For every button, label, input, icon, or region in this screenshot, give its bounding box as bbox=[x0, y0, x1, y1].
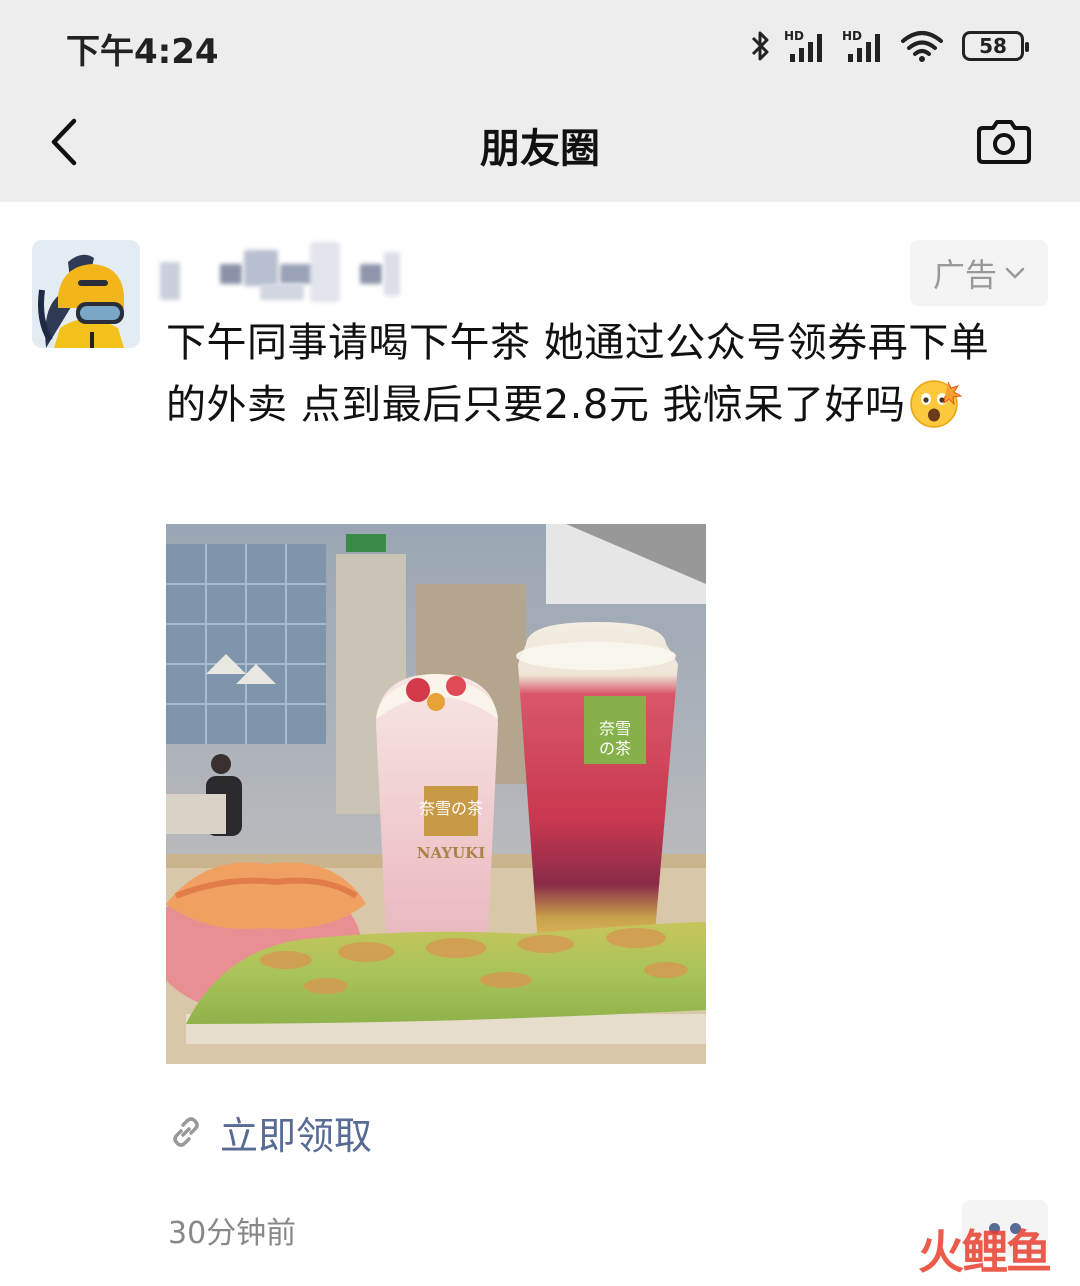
svg-text:奈雪: 奈雪 bbox=[599, 719, 631, 738]
camera-icon bbox=[977, 120, 1031, 164]
battery-level: 58 bbox=[979, 34, 1007, 58]
link-icon bbox=[173, 1117, 199, 1147]
username-redacted[interactable] bbox=[160, 242, 400, 302]
svg-text:HD: HD bbox=[842, 29, 862, 43]
bluetooth-icon bbox=[751, 31, 769, 61]
ad-label: 广告 bbox=[932, 256, 997, 294]
svg-text:HD: HD bbox=[784, 29, 804, 43]
battery-icon: 58 bbox=[962, 31, 1029, 61]
signal-hd-icon: HD bbox=[784, 29, 822, 62]
post-body: 下午同事请喝下午茶 她通过公众号领券再下单的外卖 点到最后只要2.8元 我惊呆了… bbox=[166, 320, 990, 428]
moments-post: 广告 下午同事请喝下午茶 她通过公众号领券再下单的外卖 点到最后只要2.8元 我… bbox=[0, 202, 1080, 1286]
watermark: 火鲤鱼 bbox=[918, 1225, 1052, 1279]
avatar-illustration bbox=[32, 240, 140, 348]
cup-brand-latin: NAYUKI bbox=[417, 844, 485, 862]
status-bar: 下午4:24 HD HD 58 bbox=[0, 0, 1080, 90]
nav-bar: 朋友圈 bbox=[0, 90, 1080, 202]
camera-button[interactable] bbox=[972, 112, 1036, 172]
status-time: 下午4:24 bbox=[66, 32, 219, 72]
claim-link[interactable]: 立即领取 bbox=[168, 1102, 372, 1162]
status-icons: HD HD 58 bbox=[748, 26, 1029, 66]
post-timestamp: 30分钟前 bbox=[168, 1216, 297, 1251]
post-text: 下午同事请喝下午茶 她通过公众号领券再下单的外卖 点到最后只要2.8元 我惊呆了… bbox=[166, 312, 1026, 436]
ad-menu-button[interactable]: 广告 bbox=[910, 240, 1048, 306]
svg-text:の茶: の茶 bbox=[599, 739, 631, 758]
drinks-photo: 奈雪の茶 NAYUKI 奈雪 の茶 bbox=[166, 524, 706, 1064]
avatar[interactable] bbox=[32, 240, 140, 348]
cup-brand-text: 奈雪の茶 bbox=[419, 799, 483, 818]
wifi-icon bbox=[901, 31, 943, 62]
chevron-down-icon bbox=[1005, 267, 1025, 279]
claim-link-label: 立即领取 bbox=[220, 1113, 373, 1158]
page-title: 朋友圈 bbox=[480, 126, 600, 172]
post-photo[interactable]: 奈雪の茶 NAYUKI 奈雪 の茶 bbox=[166, 524, 706, 1064]
signal-hd-icon: HD bbox=[842, 29, 880, 62]
astonished-emoji-icon bbox=[909, 380, 963, 428]
